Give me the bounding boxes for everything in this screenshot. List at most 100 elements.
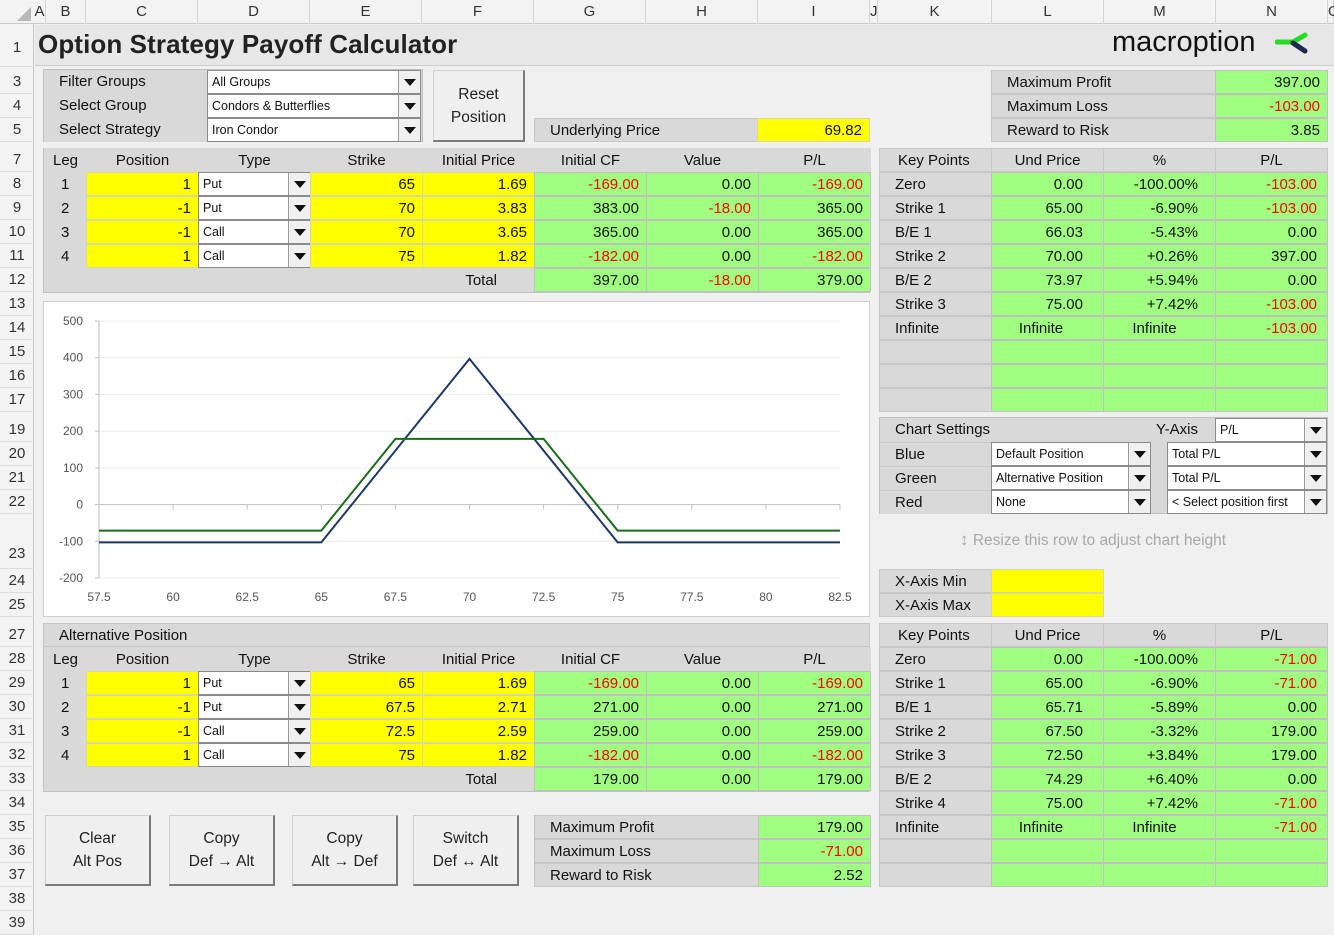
row-header-29[interactable]: 29	[0, 671, 34, 695]
column-header-h[interactable]: H	[646, 0, 758, 24]
column-header-i[interactable]: I	[758, 0, 870, 24]
row-header-31[interactable]: 31	[0, 719, 34, 743]
chevron-down-icon[interactable]	[288, 245, 310, 267]
chevron-down-icon[interactable]	[1128, 443, 1150, 465]
chevron-down-icon[interactable]	[288, 221, 310, 243]
column-header-j[interactable]: J	[870, 0, 878, 24]
row-header-1[interactable]: 1	[0, 25, 34, 67]
alt-legs-position-input[interactable]: 1	[86, 671, 199, 695]
legs-position-input[interactable]: 1	[86, 172, 199, 196]
legs-strike-input[interactable]: 70	[310, 220, 423, 244]
chart-series-dropdown[interactable]: Total P/L	[1167, 466, 1327, 490]
chevron-down-icon[interactable]	[1304, 491, 1326, 513]
row-header-34[interactable]: 34	[0, 791, 34, 815]
legs-price-input[interactable]: 3.83	[422, 196, 535, 220]
alt-legs-position-input[interactable]: -1	[86, 695, 199, 719]
column-header-f[interactable]: F	[422, 0, 534, 24]
clear-alt-pos-button[interactable]: Clear Alt Pos	[45, 815, 151, 886]
row-header-28[interactable]: 28	[0, 647, 34, 671]
chevron-down-icon[interactable]	[398, 95, 420, 117]
legs-position-input[interactable]: 1	[86, 244, 199, 268]
column-header-b[interactable]: B	[46, 0, 86, 24]
y-axis-dropdown[interactable]: P/L	[1215, 418, 1327, 442]
chart-series-dropdown[interactable]: < Select position first	[1167, 490, 1327, 514]
alt-legs-price-input[interactable]: 2.71	[422, 695, 535, 719]
alt-legs-type-dropdown[interactable]: Put	[198, 671, 311, 695]
chevron-down-icon[interactable]	[288, 672, 310, 694]
row-header-32[interactable]: 32	[0, 743, 34, 767]
alt-legs-type-dropdown[interactable]: Call	[198, 719, 311, 743]
row-header-5[interactable]: 5	[0, 118, 34, 142]
column-header-l[interactable]: L	[992, 0, 1104, 24]
row-header-13[interactable]: 13	[0, 292, 34, 316]
row-header-35[interactable]: 35	[0, 815, 34, 839]
legs-price-input[interactable]: 1.82	[422, 244, 535, 268]
x-axis-max-input[interactable]	[991, 593, 1104, 617]
chevron-down-icon[interactable]	[288, 720, 310, 742]
chart-series-dropdown[interactable]: Total P/L	[1167, 442, 1327, 466]
alt-legs-strike-input[interactable]: 67.5	[310, 695, 423, 719]
alt-legs-type-dropdown[interactable]: Call	[198, 743, 311, 767]
switch-def-alt-button[interactable]: Switch Def ↔ Alt	[413, 815, 519, 886]
chevron-down-icon[interactable]	[398, 71, 420, 93]
column-header-c[interactable]: C	[86, 0, 198, 24]
alt-legs-type-dropdown[interactable]: Put	[198, 695, 311, 719]
chevron-down-icon[interactable]	[288, 744, 310, 766]
legs-type-dropdown[interactable]: Put	[198, 196, 311, 220]
legs-type-dropdown[interactable]: Call	[198, 220, 311, 244]
column-header-m[interactable]: M	[1104, 0, 1216, 24]
chevron-down-icon[interactable]	[288, 197, 310, 219]
row-header-15[interactable]: 15	[0, 340, 34, 364]
row-header-10[interactable]: 10	[0, 220, 34, 244]
alt-legs-price-input[interactable]: 2.59	[422, 719, 535, 743]
chart-position-dropdown[interactable]: Alternative Position	[991, 466, 1151, 490]
alt-legs-strike-input[interactable]: 75	[310, 743, 423, 767]
row-header-21[interactable]: 21	[0, 466, 34, 490]
row-header-14[interactable]: 14	[0, 316, 34, 340]
alt-legs-position-input[interactable]: 1	[86, 743, 199, 767]
row-header-30[interactable]: 30	[0, 695, 34, 719]
alt-legs-strike-input[interactable]: 72.5	[310, 719, 423, 743]
row-header-3[interactable]: 3	[0, 70, 34, 94]
row-header-39[interactable]: 39	[0, 911, 34, 935]
legs-type-dropdown[interactable]: Put	[198, 172, 311, 196]
reset-position-button[interactable]: Reset Position	[433, 70, 525, 142]
chevron-down-icon[interactable]	[288, 696, 310, 718]
alt-legs-price-input[interactable]: 1.82	[422, 743, 535, 767]
row-header-19[interactable]: 19	[0, 418, 34, 442]
column-header-k[interactable]: K	[878, 0, 992, 24]
select-group-dropdown[interactable]: Condors & Butterflies	[207, 94, 421, 118]
legs-price-input[interactable]: 3.65	[422, 220, 535, 244]
row-header-20[interactable]: 20	[0, 442, 34, 466]
chart-position-dropdown[interactable]: None	[991, 490, 1151, 514]
column-header-g[interactable]: G	[534, 0, 646, 24]
filter-groups-dropdown[interactable]: All Groups	[207, 70, 421, 94]
row-header-22[interactable]: 22	[0, 490, 34, 514]
alt-legs-position-input[interactable]: -1	[86, 719, 199, 743]
row-header-16[interactable]: 16	[0, 364, 34, 388]
column-header-o[interactable]: O	[1328, 0, 1334, 24]
row-header-8[interactable]: 8	[0, 172, 34, 196]
row-header-38[interactable]: 38	[0, 887, 34, 911]
select-strategy-dropdown[interactable]: Iron Condor	[207, 118, 421, 142]
copy-alt-to-def-button[interactable]: Copy Alt → Def	[292, 815, 398, 886]
row-header-9[interactable]: 9	[0, 196, 34, 220]
row-header-7[interactable]: 7	[0, 148, 34, 172]
chevron-down-icon[interactable]	[1304, 443, 1326, 465]
alt-legs-price-input[interactable]: 1.69	[422, 671, 535, 695]
row-header-36[interactable]: 36	[0, 839, 34, 863]
row-header-27[interactable]: 27	[0, 623, 34, 647]
row-header-23[interactable]: 23	[0, 514, 34, 569]
legs-price-input[interactable]: 1.69	[422, 172, 535, 196]
chevron-down-icon[interactable]	[1304, 467, 1326, 489]
legs-position-input[interactable]: -1	[86, 220, 199, 244]
legs-strike-input[interactable]: 70	[310, 196, 423, 220]
chevron-down-icon[interactable]	[1128, 491, 1150, 513]
select-all-corner[interactable]	[0, 0, 34, 24]
chart-position-dropdown[interactable]: Default Position	[991, 442, 1151, 466]
row-header-37[interactable]: 37	[0, 863, 34, 887]
legs-type-dropdown[interactable]: Call	[198, 244, 311, 268]
legs-strike-input[interactable]: 75	[310, 244, 423, 268]
row-header-25[interactable]: 25	[0, 593, 34, 617]
chevron-down-icon[interactable]	[288, 173, 310, 195]
